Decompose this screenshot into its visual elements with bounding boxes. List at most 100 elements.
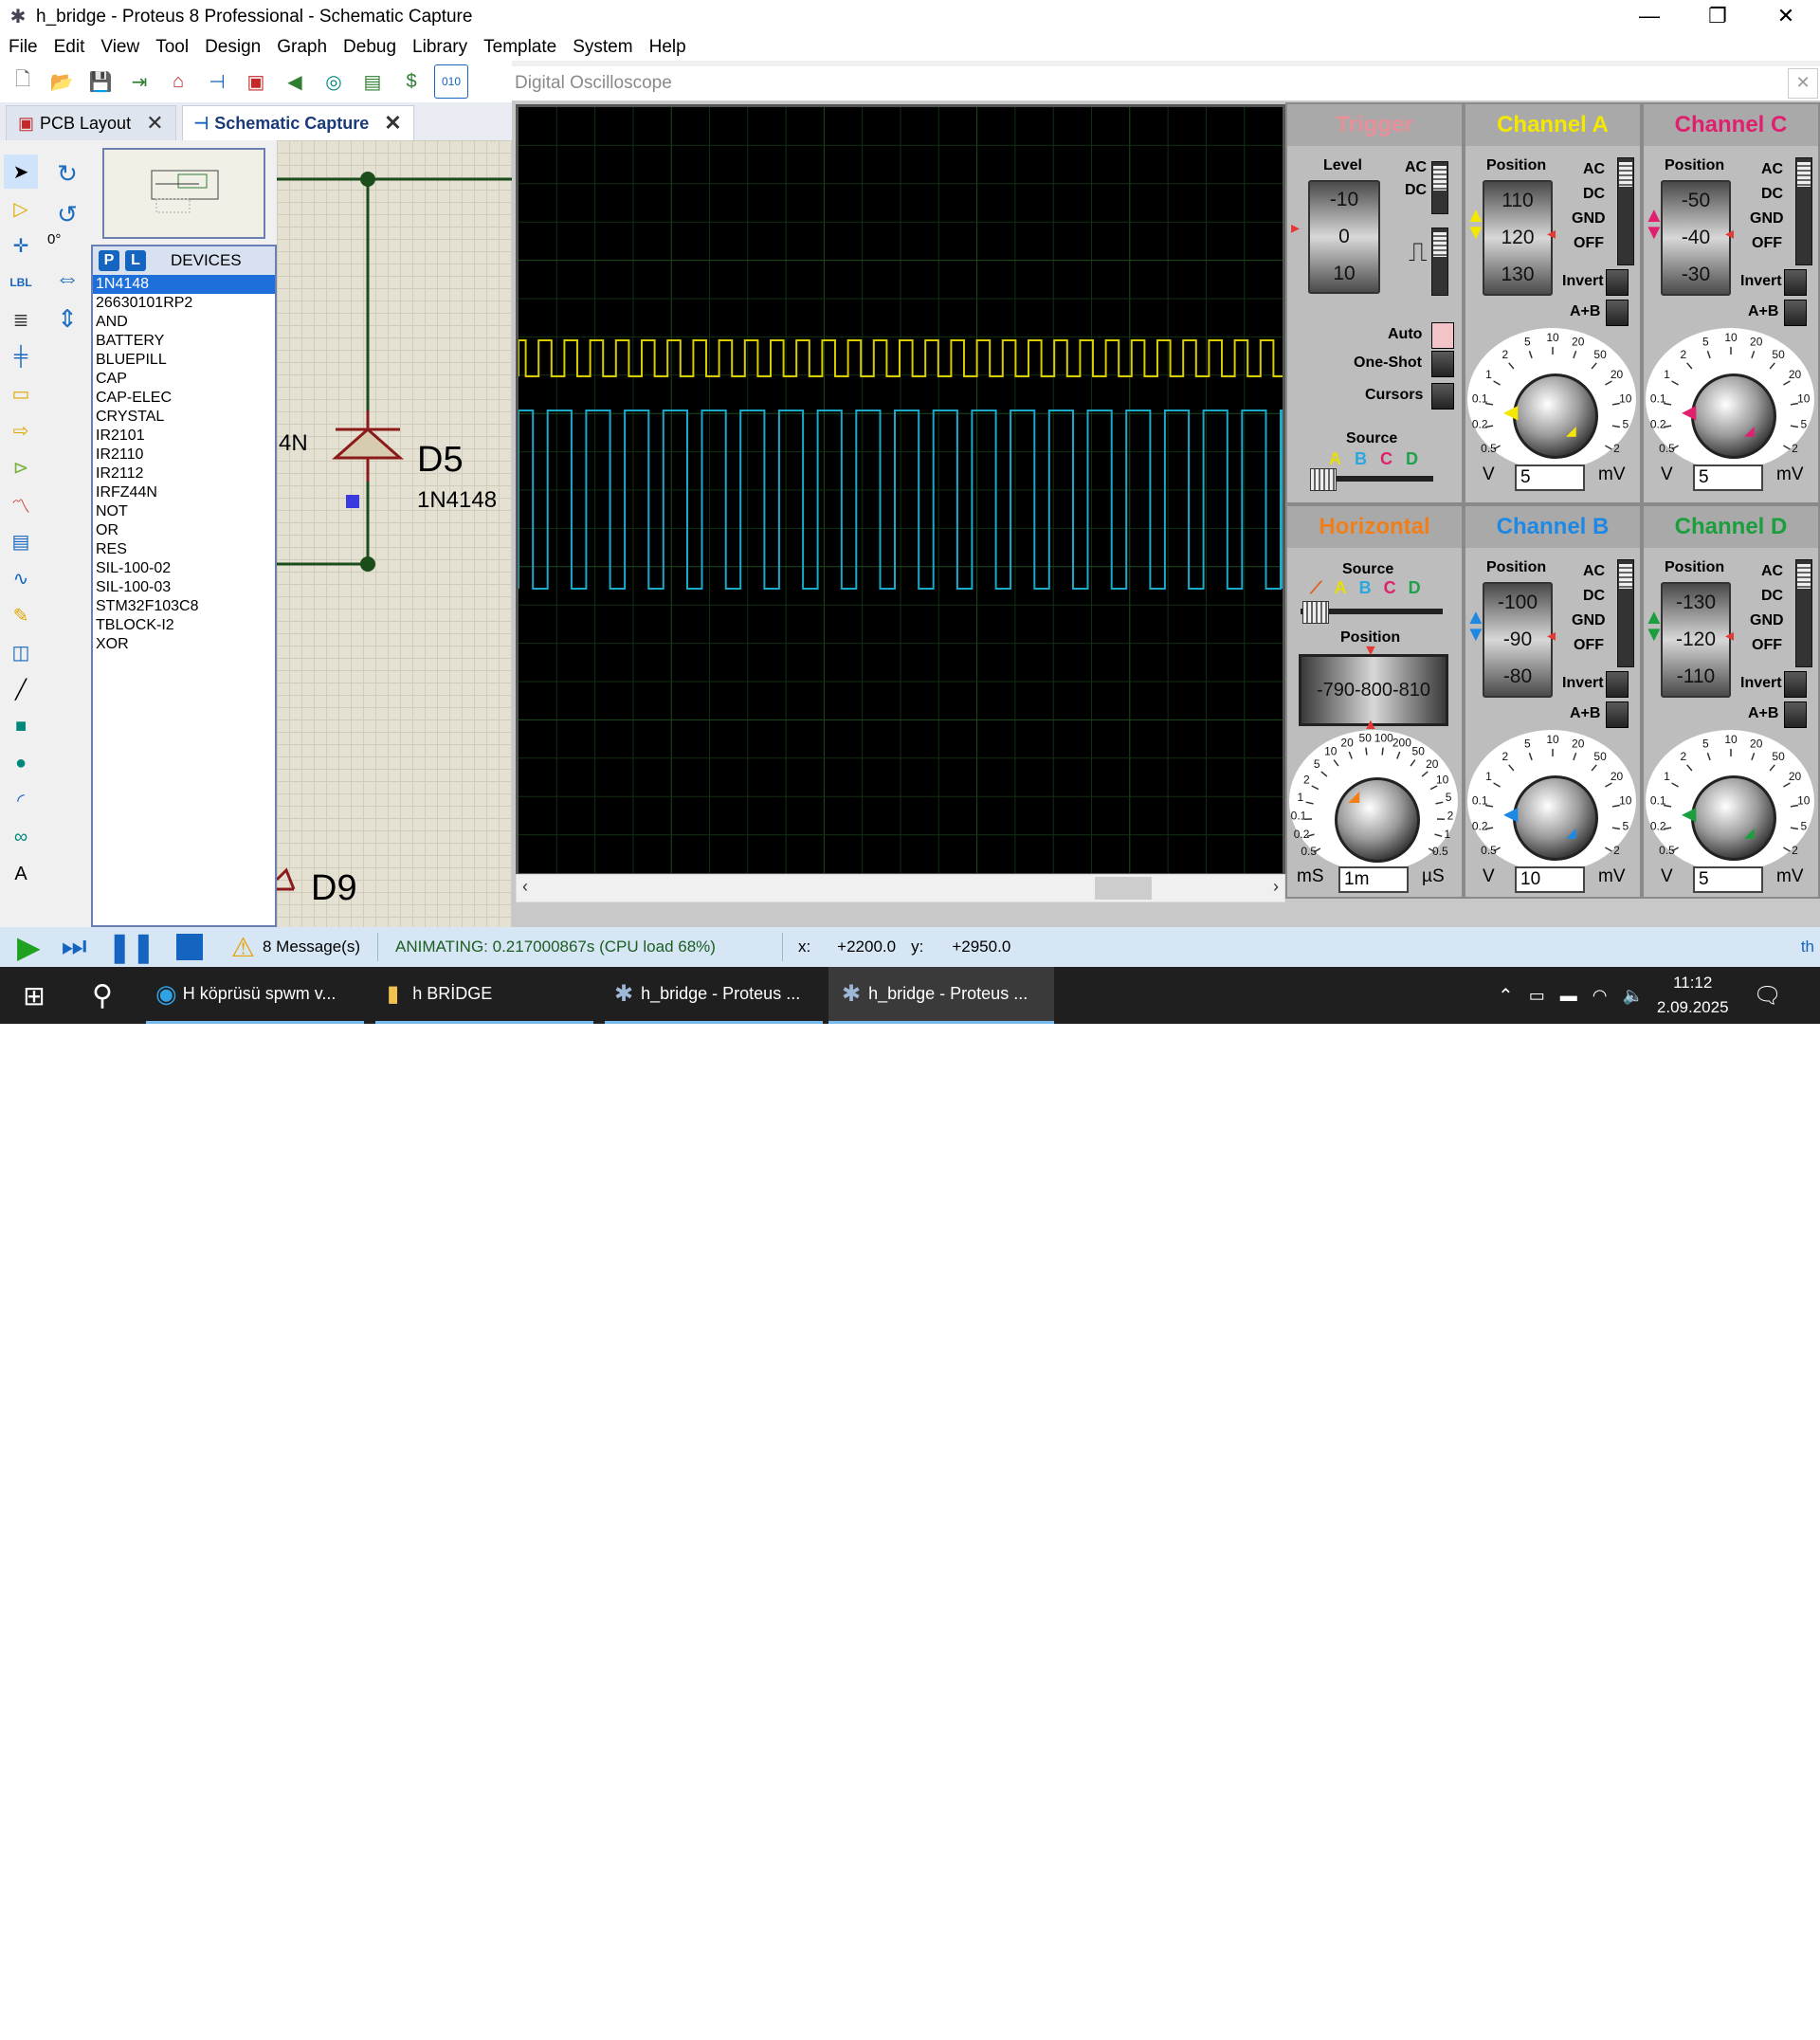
rotate-ccw-icon[interactable]: ↺ — [48, 195, 86, 233]
component-mode-icon[interactable]: ▷ — [4, 191, 38, 226]
bom-icon[interactable]: ▤ — [356, 65, 389, 98]
selection-mode-icon[interactable]: ➤ — [4, 155, 38, 189]
channel-c-volts-field[interactable]: 5 — [1693, 464, 1763, 491]
open-folder-icon[interactable]: 📂 — [46, 65, 78, 98]
menu-graph[interactable]: Graph — [277, 37, 327, 58]
channel-a-invert-toggle[interactable] — [1606, 269, 1629, 296]
tape-recorder-icon[interactable]: ▤ — [4, 524, 38, 558]
overview-window[interactable] — [102, 148, 265, 239]
channel-a-volts-knob[interactable] — [1513, 373, 1598, 459]
probe-icon[interactable]: ✎ — [4, 598, 38, 632]
device-list-item[interactable]: OR — [93, 521, 275, 540]
oscilloscope-close-button[interactable]: ✕ — [1788, 68, 1818, 99]
rotate-cw-icon[interactable]: ↻ — [48, 155, 86, 192]
rotation-angle[interactable]: 0° — [47, 231, 61, 247]
menu-help[interactable]: Help — [649, 37, 686, 58]
import-icon[interactable]: ⇥ — [123, 65, 155, 98]
new-file-icon[interactable]: 🗋 — [7, 65, 39, 98]
device-list-item[interactable]: 26630101RP2 — [93, 294, 275, 313]
device-list-item[interactable]: XOR — [93, 635, 275, 654]
message-count[interactable]: 8 Message(s) — [263, 938, 360, 956]
taskbar-item-folder[interactable]: ▮ h BRİDGE — [375, 967, 593, 1024]
library-manager-button[interactable]: L — [125, 250, 146, 271]
path-tool-icon[interactable]: ∞ — [4, 820, 38, 854]
channel-c-sum-toggle[interactable] — [1784, 300, 1807, 326]
menu-library[interactable]: Library — [412, 37, 467, 58]
tray-chevron-icon[interactable]: ⌃ — [1498, 984, 1514, 1008]
junction-mode-icon[interactable]: ✛ — [4, 228, 38, 263]
device-list-item[interactable]: CRYSTAL — [93, 408, 275, 427]
channel-b-invert-toggle[interactable] — [1606, 671, 1629, 698]
device-list-item[interactable]: AND — [93, 313, 275, 332]
channel-d-sum-toggle[interactable] — [1784, 701, 1807, 728]
pick-device-button[interactable]: P — [99, 250, 119, 271]
buses-icon[interactable]: ╪ — [4, 339, 38, 373]
device-list-item[interactable]: IR2110 — [93, 446, 275, 464]
device-pins-icon[interactable]: ⊳ — [4, 450, 38, 484]
scroll-left-icon[interactable]: ‹ — [522, 877, 528, 897]
channel-a-sum-toggle[interactable] — [1606, 300, 1629, 326]
clock[interactable]: 11:12 2.09.2025 — [1657, 971, 1729, 1020]
menu-view[interactable]: View — [100, 37, 139, 58]
wifi-icon[interactable]: ◠ — [1592, 986, 1608, 1006]
menu-file[interactable]: File — [9, 37, 38, 58]
device-list-item[interactable]: BATTERY — [93, 332, 275, 351]
subcircuit-icon[interactable]: ▭ — [4, 376, 38, 410]
minimize-button[interactable]: — — [1615, 0, 1684, 34]
menu-edit[interactable]: Edit — [54, 37, 85, 58]
device-list-item[interactable]: IR2101 — [93, 427, 275, 446]
channel-b-volts-field[interactable]: 10 — [1515, 866, 1585, 893]
home-icon[interactable]: ⌂ — [162, 65, 194, 98]
device-list-item[interactable]: TBLOCK-I2 — [93, 616, 275, 635]
terminals-icon[interactable]: ⇨ — [4, 413, 38, 447]
tab-close-icon[interactable]: ✕ — [384, 111, 401, 136]
schematic-icon[interactable]: ⊣ — [201, 65, 233, 98]
text-tool-icon[interactable]: A — [4, 857, 38, 891]
text-script-icon[interactable]: ≣ — [4, 302, 38, 337]
notifications-icon[interactable]: 🗨 — [1754, 982, 1782, 1010]
pcb-icon[interactable]: ▣ — [240, 65, 272, 98]
menu-debug[interactable]: Debug — [343, 37, 396, 58]
taskbar-item-proteus-1[interactable]: ✱ h_bridge - Proteus ... — [605, 967, 823, 1024]
mirror-vertical-icon[interactable]: ⇕ — [48, 300, 86, 337]
meet-now-icon[interactable]: ▭ — [1529, 986, 1545, 1006]
device-list-item[interactable]: STM32F103C8 — [93, 597, 275, 616]
cursors-toggle[interactable] — [1431, 383, 1454, 410]
device-list-item[interactable]: 1N4148 — [93, 275, 275, 294]
trigger-source-slider[interactable] — [1310, 468, 1433, 491]
device-list-item[interactable]: BLUEPILL — [93, 351, 275, 370]
menu-tool[interactable]: Tool — [155, 37, 189, 58]
channel-b-volts-knob[interactable] — [1513, 775, 1598, 861]
channel-d-position-wheel[interactable]: -130 -120 -110 — [1661, 582, 1731, 698]
play-button[interactable]: ▶ — [17, 929, 41, 965]
device-list-item[interactable]: SIL-100-03 — [93, 578, 275, 597]
channel-b-coupling-switch[interactable] — [1617, 559, 1634, 667]
horizontal-position-wheel[interactable]: -790-800-810 — [1299, 654, 1448, 726]
device-list-item[interactable]: CAP-ELEC — [93, 389, 275, 408]
save-icon[interactable]: 💾 — [84, 65, 117, 98]
volume-icon[interactable]: 🔈 — [1622, 986, 1643, 1006]
wire-label-icon[interactable]: LBL — [4, 265, 38, 300]
schematic-canvas[interactable]: 4N D5 1N4148 D9 — [275, 140, 512, 927]
scroll-right-icon[interactable]: › — [1273, 877, 1279, 897]
trigger-level-wheel[interactable]: -10 0 10 — [1308, 180, 1380, 294]
device-list-item[interactable]: IR2112 — [93, 464, 275, 483]
timebase-value-field[interactable]: 1m — [1338, 866, 1409, 893]
close-button[interactable]: ✕ — [1752, 0, 1820, 34]
channel-c-position-wheel[interactable]: -50 -40 -30 — [1661, 180, 1731, 296]
graph-mode-icon[interactable]: 〽 — [4, 487, 38, 521]
menu-template[interactable]: Template — [483, 37, 556, 58]
diode-d9-symbol[interactable] — [275, 867, 296, 891]
channel-c-coupling-switch[interactable] — [1795, 157, 1812, 265]
scroll-thumb[interactable] — [1095, 877, 1152, 900]
search-icon[interactable]: ⚲ — [70, 967, 135, 1024]
source-code-icon[interactable]: 010 — [434, 64, 468, 99]
device-list-item[interactable]: RES — [93, 540, 275, 559]
channel-d-invert-toggle[interactable] — [1784, 671, 1807, 698]
stop-button[interactable] — [175, 934, 203, 960]
device-list-item[interactable]: IRFZ44N — [93, 483, 275, 502]
channel-c-invert-toggle[interactable] — [1784, 269, 1807, 296]
channel-d-volts-knob[interactable] — [1691, 775, 1776, 861]
device-list-item[interactable]: SIL-100-02 — [93, 559, 275, 578]
channel-a-coupling-switch[interactable] — [1617, 157, 1634, 265]
